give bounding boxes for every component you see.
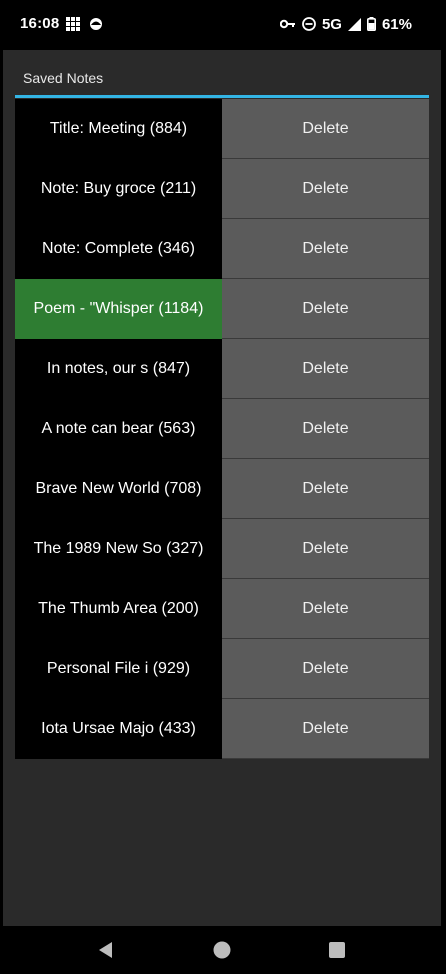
delete-button[interactable]: Delete — [222, 339, 429, 399]
battery-percent: 61% — [381, 15, 412, 33]
note-row: Note: Complete (346) Delete — [15, 219, 429, 279]
note-item[interactable]: The 1989 New So (327) — [15, 519, 222, 579]
note-row: Poem - "Whisper (1184) Delete — [15, 279, 429, 339]
network-type: 5G — [321, 15, 342, 33]
navigation-bar — [0, 926, 446, 974]
dialog-title: Saved Notes — [23, 70, 104, 86]
note-item[interactable]: A note can bear (563) — [15, 399, 222, 459]
delete-button[interactable]: Delete — [222, 279, 429, 339]
home-icon[interactable] — [212, 940, 232, 960]
delete-button[interactable]: Delete — [222, 159, 429, 219]
note-row: Title: Meeting (884) Delete — [15, 99, 429, 159]
status-bar: 16:08 5G 61% — [0, 0, 446, 48]
delete-button[interactable]: Delete — [222, 519, 429, 579]
note-row: Iota Ursae Majo (433) Delete — [15, 699, 429, 759]
delete-button[interactable]: Delete — [222, 219, 429, 279]
note-item[interactable]: The Thumb Area (200) — [15, 579, 222, 639]
note-item[interactable]: Brave New World (708) — [15, 459, 222, 519]
delete-button[interactable]: Delete — [222, 579, 429, 639]
signal-icon — [347, 17, 361, 31]
note-item[interactable]: Personal File i (929) — [15, 639, 222, 699]
delete-button[interactable]: Delete — [222, 639, 429, 699]
delete-button[interactable]: Delete — [222, 459, 429, 519]
assistant-icon — [90, 18, 102, 30]
note-item[interactable]: Note: Complete (346) — [15, 219, 222, 279]
note-item[interactable]: Iota Ursae Majo (433) — [15, 699, 222, 759]
notes-list: Title: Meeting (884) Delete Note: Buy groc… — [15, 99, 429, 759]
screen: 16:08 5G 61% Saved Notes Title: Meeting … — [0, 0, 446, 974]
note-item[interactable]: In notes, our s (847) — [15, 339, 222, 399]
note-row: The 1989 New So (327) Delete — [15, 519, 429, 579]
delete-button[interactable]: Delete — [222, 399, 429, 459]
battery-icon — [366, 17, 376, 31]
note-item[interactable]: Poem - "Whisper (1184) — [15, 279, 222, 339]
note-row: Personal File i (929) Delete — [15, 639, 429, 699]
note-row: In notes, our s (847) Delete — [15, 339, 429, 399]
recents-icon[interactable] — [327, 940, 347, 960]
vpn-key-icon — [279, 19, 295, 29]
status-time: 16:08 — [20, 15, 60, 32]
note-item[interactable]: Note: Buy groce (211) — [15, 159, 222, 219]
note-row: Brave New World (708) Delete — [15, 459, 429, 519]
do-not-disturb-icon — [302, 17, 316, 31]
note-row: Note: Buy groce (211) Delete — [15, 159, 429, 219]
delete-button[interactable]: Delete — [222, 99, 429, 159]
delete-button[interactable]: Delete — [222, 699, 429, 759]
note-row: The Thumb Area (200) Delete — [15, 579, 429, 639]
note-item[interactable]: Title: Meeting (884) — [15, 99, 222, 159]
saved-notes-dialog: Saved Notes Title: Meeting (884) Delete No… — [3, 50, 441, 926]
note-row: A note can bear (563) Delete — [15, 399, 429, 459]
title-divider — [15, 95, 429, 98]
back-icon[interactable] — [96, 940, 116, 960]
app-grid-icon — [66, 17, 81, 31]
